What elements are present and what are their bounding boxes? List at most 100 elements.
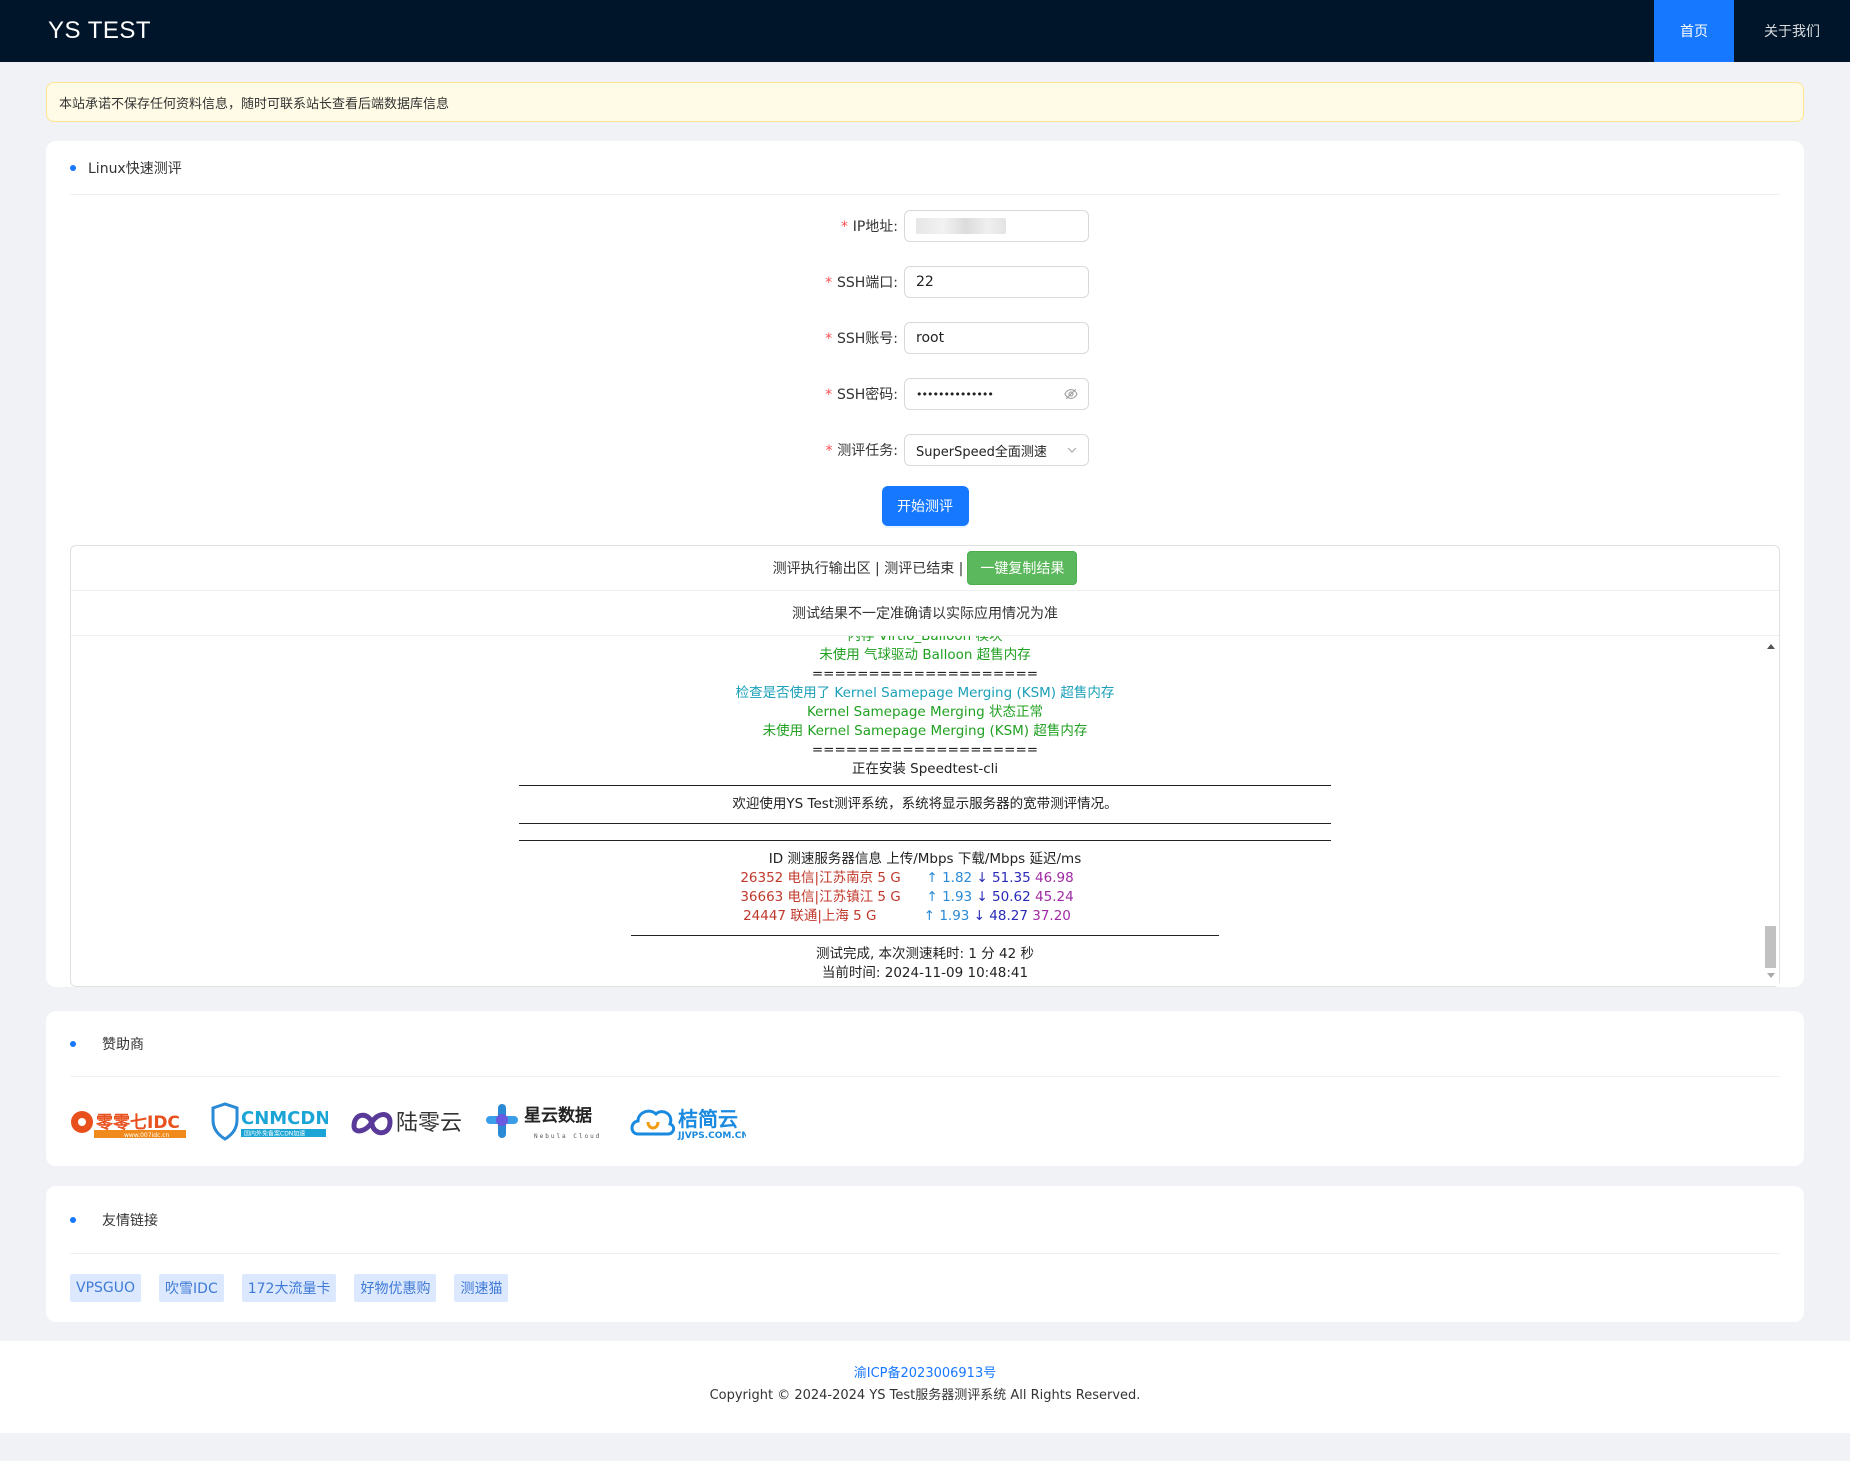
current-time-line: 当前时间: 2024-11-09 10:48:41 <box>821 965 1029 981</box>
speed-row: 26352 电信|江苏南京 5 G ↑ 1.82 ↓ 51.35 46.98 <box>71 869 1779 888</box>
speed-latency: 46.98 <box>1035 870 1074 886</box>
sponsor-007idc-sub: www.007idc.cn <box>124 1132 170 1139</box>
speed-row: 24447 联通|上海 5 G ↑ 1.93 ↓ 48.27 37.20 <box>71 907 1779 926</box>
ip-input[interactable] <box>904 210 1089 242</box>
friend-link[interactable]: 172大流量卡 <box>241 1274 337 1302</box>
bullet-dot-icon <box>70 164 76 171</box>
required-mark: * <box>824 443 834 459</box>
sponsor-nebula-sub: Nebula Cloud <box>534 1133 601 1140</box>
ip-value-redacted <box>916 218 1006 234</box>
bullet-dot-icon <box>70 1216 76 1223</box>
privacy-notice: 本站承诺不保存任何资料信息，随时可联系站长查看后端数据库信息 <box>46 82 1804 122</box>
sponsors-card: 赞助商 零零七IDC www.007idc.cn CNMCDN 国内外免备案CD… <box>46 1011 1804 1166</box>
log-separator: ==================== <box>811 666 1039 682</box>
port-label-text: SSH端口: <box>836 275 898 291</box>
required-mark: * <box>824 387 833 403</box>
test-card-header: Linux快速测评 <box>70 141 1780 195</box>
sponsor-logo-luling[interactable]: 陆零云 <box>350 1100 462 1144</box>
speed-down: ↓ 48.27 <box>973 908 1028 924</box>
speed-latency: 45.24 <box>1035 889 1074 905</box>
sponsors-header: 赞助商 <box>70 1011 1780 1077</box>
log-line: Kernel Samepage Merging 状态正常 <box>806 704 1043 720</box>
sponsor-jjvps-mark: 桔简云 JJVPS.COM.CN <box>630 1107 746 1141</box>
ssh-user-input[interactable]: root <box>904 322 1089 354</box>
log-welcome: 欢迎使用YS Test测评系统，系统将显示服务器的宽带测评情况。 <box>732 796 1118 812</box>
task-label-text: 测评任务: <box>837 443 898 459</box>
chevron-down-icon <box>1067 447 1077 453</box>
friend-link[interactable]: 好物优惠购 <box>354 1274 437 1302</box>
password-row: * SSH密码: •••••••••••••• <box>70 378 1780 410</box>
friend-link[interactable]: VPSGUO <box>70 1274 142 1302</box>
speed-row: 36663 电信|江苏镇江 5 G ↑ 1.93 ↓ 50.62 45.24 <box>71 888 1779 907</box>
friend-links: VPSGUO 吹雪IDC 172大流量卡 好物优惠购 测速猫 <box>70 1254 1780 1322</box>
sponsor-logo-nebula[interactable]: 星云数据 Nebula Cloud <box>484 1100 606 1144</box>
port-row: * SSH端口: 22 <box>70 266 1780 298</box>
main-nav: 首页 关于我们 <box>1654 0 1850 62</box>
friend-link[interactable]: 吹雪IDC <box>159 1274 224 1302</box>
brand-logo[interactable]: YS TEST <box>48 17 151 45</box>
sponsors-title: 赞助商 <box>102 1036 144 1053</box>
divider <box>519 840 1331 841</box>
icp-link[interactable]: 渝ICP备2023006913号 <box>0 1362 1850 1381</box>
divider <box>631 935 1219 936</box>
sponsor-007idc-mark: 零零七IDC www.007idc.cn <box>71 1110 186 1139</box>
nav-about[interactable]: 关于我们 <box>1734 0 1850 62</box>
scroll-thumb[interactable] <box>1765 926 1776 968</box>
copy-result-button[interactable]: 一键复制结果 <box>967 551 1078 585</box>
test-card-title: Linux快速测评 <box>88 160 182 177</box>
user-row: * SSH账号: root <box>70 322 1780 354</box>
password-label: * SSH密码: <box>70 384 904 404</box>
sponsor-cnmcdn-sub: 国内外免备案CDN加速 <box>244 1129 305 1137</box>
log-line: 正在安装 Speedtest-cli <box>851 761 999 777</box>
bullet-dot-icon <box>70 1040 76 1047</box>
user-label: * SSH账号: <box>70 328 904 348</box>
task-select[interactable]: SuperSpeed全面测速 <box>904 434 1089 466</box>
divider <box>519 823 1331 824</box>
password-masked-value: •••••••••••••• <box>916 387 994 401</box>
sponsor-cnmcdn-mark: CNMCDN 国内外免备案CDN加速 <box>211 1101 328 1141</box>
output-status-text: 测评执行输出区 | 测评已结束 | <box>772 561 964 577</box>
scroll-down-arrow-icon[interactable] <box>1767 973 1775 978</box>
sponsor-007idc-text: 零零七IDC <box>95 1113 180 1133</box>
required-mark: * <box>824 331 833 347</box>
sponsor-logo-cnmcdn[interactable]: CNMCDN 国内外免备案CDN加速 <box>210 1100 328 1144</box>
eye-invisible-icon[interactable] <box>1064 387 1078 401</box>
speed-up: ↑ 1.93 <box>923 908 970 924</box>
copyright-text: Copyright © 2024-2024 YS Test服务器测评系统 All… <box>709 1388 1141 1403</box>
required-mark: * <box>824 275 833 291</box>
sponsor-nebula-text: 星云数据 <box>524 1105 592 1126</box>
speed-up: ↑ 1.93 <box>926 889 973 905</box>
ssh-password-input[interactable]: •••••••••••••• <box>904 378 1089 410</box>
sponsor-logo-007idc[interactable]: 零零七IDC www.007idc.cn <box>70 1100 188 1144</box>
user-label-text: SSH账号: <box>836 331 898 347</box>
sponsor-jjvps-text: 桔简云 <box>678 1107 738 1131</box>
speed-down: ↓ 50.62 <box>976 889 1031 905</box>
friend-link[interactable]: 测速猫 <box>454 1274 509 1302</box>
log-line: 未使用 气球驱动 Balloon 超售内存 <box>819 647 1031 663</box>
speed-latency: 37.20 <box>1032 908 1071 924</box>
test-done-line: 测试完成, 本次测速耗时: 1 分 42 秒 <box>815 946 1035 962</box>
scroll-up-arrow-icon[interactable] <box>1767 644 1775 649</box>
test-card: Linux快速测评 * IP地址: * SSH端口: 22 * SSH账号: root… <box>46 141 1804 987</box>
links-card: 友情链接 VPSGUO 吹雪IDC 172大流量卡 好物优惠购 测速猫 <box>46 1186 1804 1322</box>
output-panel: 测评执行输出区 | 测评已结束 | 一键复制结果 测试结果不一定准确请以实际应用… <box>70 545 1780 987</box>
output-log[interactable]: 内存 Virtio_Balloon 模块 未使用 气球驱动 Balloon 超售… <box>71 636 1779 986</box>
ssh-port-input[interactable]: 22 <box>904 266 1089 298</box>
links-title: 友情链接 <box>102 1212 158 1229</box>
output-header: 测评执行输出区 | 测评已结束 | 一键复制结果 <box>71 546 1779 591</box>
task-row: * 测评任务: SuperSpeed全面测速 <box>70 434 1780 466</box>
page-footer: 渝ICP备2023006913号 Copyright © 2024-2024 Y… <box>0 1341 1850 1433</box>
ip-label-text: IP地址: <box>852 219 898 235</box>
sponsor-logo-jjvps[interactable]: 桔简云 JJVPS.COM.CN <box>628 1100 746 1144</box>
ip-label: * IP地址: <box>70 216 904 236</box>
top-navbar: YS TEST 首页 关于我们 <box>0 0 1850 62</box>
start-test-button[interactable]: 开始测评 <box>881 486 969 526</box>
log-scrollbar[interactable] <box>1763 636 1779 986</box>
password-label-text: SSH密码: <box>836 387 898 403</box>
nav-home[interactable]: 首页 <box>1654 0 1734 62</box>
speed-server: 36663 电信|江苏镇江 5 G <box>740 889 901 905</box>
sponsor-logos: 零零七IDC www.007idc.cn CNMCDN 国内外免备案CDN加速 … <box>70 1077 1780 1166</box>
divider <box>519 785 1331 786</box>
sponsor-luling-text: 陆零云 <box>396 1111 462 1136</box>
log-line: 内存 Virtio_Balloon 模块 <box>847 636 1003 644</box>
